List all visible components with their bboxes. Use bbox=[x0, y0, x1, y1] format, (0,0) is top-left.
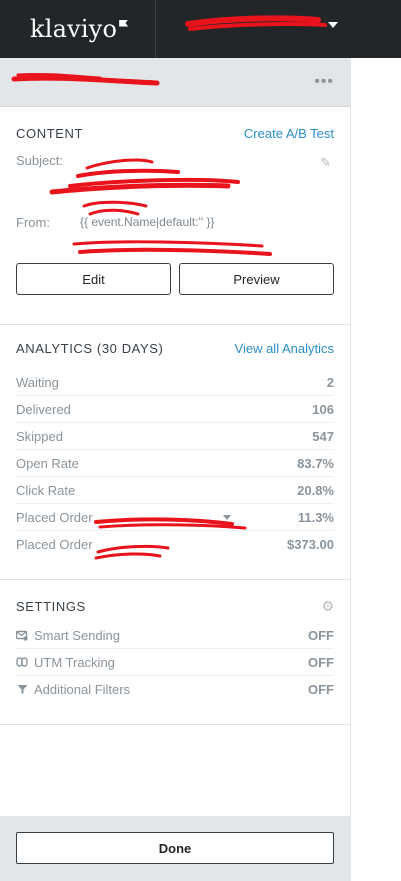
filter-icon bbox=[16, 684, 28, 695]
stat-value: 83.7% bbox=[297, 455, 334, 471]
top-navigation-bar: klaviyo bbox=[0, 0, 401, 58]
stat-label: Placed Order bbox=[16, 509, 93, 525]
stat-label: Skipped bbox=[16, 428, 63, 444]
klaviyo-logo[interactable]: klaviyo bbox=[0, 0, 156, 58]
content-section: CONTENT Create A/B Test Subject: ✎ From:… bbox=[0, 107, 350, 325]
chevron-down-icon[interactable] bbox=[222, 514, 231, 520]
content-title: CONTENT bbox=[16, 125, 84, 141]
stat-value: 20.8% bbox=[297, 482, 334, 498]
subject-value bbox=[80, 153, 334, 215]
from-value-name: {{ event.Name|default:'' }} bbox=[80, 215, 215, 229]
stat-label: Open Rate bbox=[16, 455, 79, 471]
done-button[interactable]: Done bbox=[16, 832, 334, 864]
setting-value: OFF bbox=[308, 627, 334, 643]
setting-label: Smart Sending bbox=[34, 627, 120, 643]
stat-row-skipped: Skipped 547 bbox=[16, 423, 334, 450]
from-field: From: {{ event.Name|default:'' }} bbox=[16, 215, 334, 259]
stat-row-click-rate: Click Rate 20.8% bbox=[16, 477, 334, 504]
panel-header: ••• bbox=[0, 58, 350, 107]
gear-icon[interactable]: ⚙ bbox=[321, 598, 334, 615]
account-switcher[interactable] bbox=[156, 0, 401, 58]
setting-row-utm-tracking: UTM Tracking OFF bbox=[16, 649, 334, 676]
message-details-panel: ••• CONTENT Create A/B Test Subject: ✎ F… bbox=[0, 58, 351, 881]
stat-value: 2 bbox=[326, 374, 334, 390]
settings-title: SETTINGS bbox=[16, 598, 86, 614]
utm-tracking-icon bbox=[16, 656, 28, 668]
setting-row-additional-filters: Additional Filters OFF bbox=[16, 676, 334, 703]
create-ab-test-link[interactable]: Create A/B Test bbox=[244, 126, 334, 141]
stat-value: 547 bbox=[312, 428, 334, 444]
view-all-analytics-link[interactable]: View all Analytics bbox=[235, 341, 334, 356]
panel-footer: Done bbox=[0, 816, 351, 881]
chevron-down-icon bbox=[328, 22, 338, 28]
stat-label: Placed Order bbox=[16, 537, 93, 552]
smart-sending-icon bbox=[16, 630, 28, 641]
stat-row-placed-order-value: Placed Order $373.00 bbox=[16, 531, 334, 558]
from-label: From: bbox=[16, 215, 50, 230]
more-options-icon[interactable]: ••• bbox=[314, 73, 334, 91]
setting-value: OFF bbox=[308, 682, 334, 697]
stat-label: Waiting bbox=[16, 374, 59, 390]
analytics-title: ANALYTICS (30 DAYS) bbox=[16, 341, 164, 356]
edit-button[interactable]: Edit bbox=[16, 263, 171, 295]
settings-section: SETTINGS ⚙ Smart Sending OFF UTM Trackin… bbox=[0, 580, 350, 725]
stat-label: Delivered bbox=[16, 401, 71, 417]
stat-label: Click Rate bbox=[16, 482, 76, 498]
setting-row-smart-sending: Smart Sending OFF bbox=[16, 622, 334, 649]
subject-field: Subject: ✎ bbox=[16, 153, 334, 215]
analytics-section: ANALYTICS (30 DAYS) View all Analytics W… bbox=[0, 325, 350, 580]
brand-name: klaviyo bbox=[30, 15, 118, 43]
setting-value: OFF bbox=[308, 654, 334, 670]
canvas-area bbox=[351, 58, 401, 881]
setting-label: Additional Filters bbox=[34, 682, 131, 697]
stat-value: 106 bbox=[312, 401, 334, 417]
logo-flag-icon bbox=[119, 19, 129, 27]
pencil-icon[interactable]: ✎ bbox=[320, 155, 331, 171]
stat-value: $373.00 bbox=[287, 537, 334, 552]
stat-row-placed-order-rate[interactable]: Placed Order 11.3% bbox=[16, 504, 334, 531]
setting-label: UTM Tracking bbox=[34, 654, 115, 670]
stat-row-delivered: Delivered 106 bbox=[16, 396, 334, 423]
subject-label: Subject: bbox=[16, 153, 63, 168]
stat-row-open-rate: Open Rate 83.7% bbox=[16, 450, 334, 477]
stat-value: 11.3% bbox=[297, 509, 334, 525]
preview-button[interactable]: Preview bbox=[179, 263, 334, 295]
stat-row-waiting: Waiting 2 bbox=[16, 369, 334, 396]
